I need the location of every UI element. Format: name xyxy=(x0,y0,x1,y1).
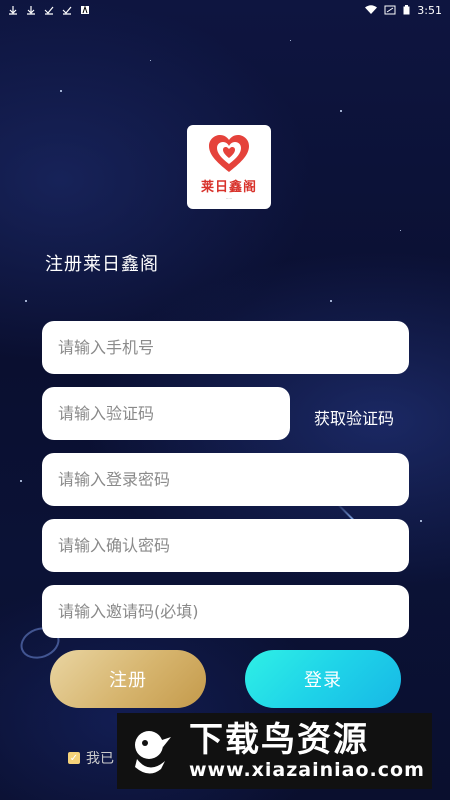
battery-icon xyxy=(403,5,410,15)
heart-logo-icon xyxy=(209,134,249,172)
cellular-signal-icon xyxy=(384,5,396,15)
status-bar: 3:51 xyxy=(0,0,450,20)
get-code-button[interactable]: 获取验证码 xyxy=(314,405,394,429)
phone-input[interactable] xyxy=(56,337,395,358)
check-icon xyxy=(44,6,54,15)
check-icon xyxy=(62,6,72,15)
page-title: 注册莱日鑫阁 xyxy=(45,254,159,275)
agreement-checkbox[interactable]: ✓ xyxy=(68,752,80,764)
download-icon xyxy=(27,6,35,15)
logo-text: 莱日鑫阁 xyxy=(200,179,257,195)
invite-code-input[interactable] xyxy=(56,601,395,622)
status-time: 3:51 xyxy=(417,3,442,17)
code-field[interactable] xyxy=(42,387,290,440)
download-icon xyxy=(9,6,17,15)
agreement-row[interactable]: ✓ 我已 xyxy=(68,748,114,768)
password-input[interactable] xyxy=(56,469,395,490)
register-button[interactable]: 注册 xyxy=(50,650,206,708)
logo-subtext: ····· xyxy=(225,195,233,201)
confirm-password-field[interactable] xyxy=(42,519,409,572)
app-notification-icon xyxy=(81,5,89,14)
confirm-password-input[interactable] xyxy=(56,535,395,556)
watermark-title: 下载鸟资源 xyxy=(189,720,369,760)
login-button[interactable]: 登录 xyxy=(245,650,401,708)
wifi-icon xyxy=(365,5,378,14)
password-field[interactable] xyxy=(42,453,409,506)
app-logo: 莱日鑫阁 ····· xyxy=(187,125,271,209)
verification-code-input[interactable] xyxy=(56,403,276,424)
agreement-text: 我已 xyxy=(86,751,114,767)
invite-code-field[interactable] xyxy=(42,585,409,638)
watermark-url: www.xiazainiao.com xyxy=(189,759,425,781)
phone-field[interactable] xyxy=(42,321,409,374)
watermark-banner: 下载鸟资源 www.xiazainiao.com xyxy=(117,713,432,789)
bird-logo-icon xyxy=(117,717,185,785)
